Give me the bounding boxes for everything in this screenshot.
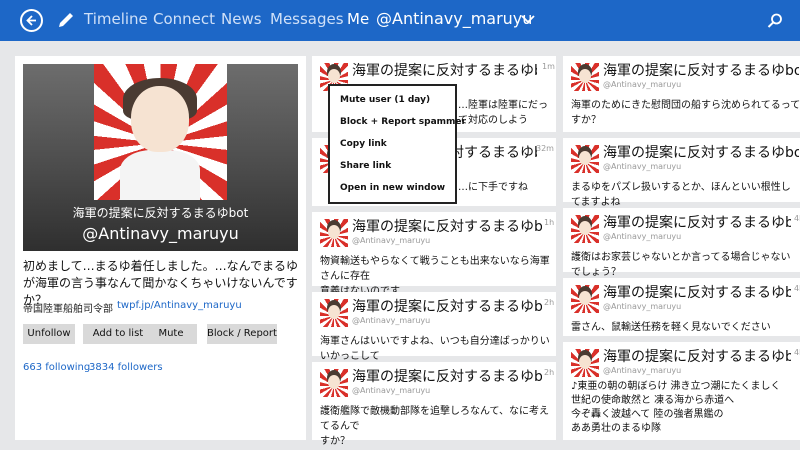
- tweet-text: 海軍のためにきた慰問団の船すら沈められてるってどういうことで すか？: [571, 100, 800, 126]
- tweet-handle: @Antinavy_maruyu: [603, 302, 682, 311]
- back-button[interactable]: [20, 9, 43, 32]
- nav-connect[interactable]: Connect: [153, 10, 215, 28]
- following-count-link[interactable]: 663 following: [23, 362, 90, 373]
- tweet-avatar[interactable]: [571, 215, 599, 243]
- nav-me[interactable]: Me: [347, 10, 369, 28]
- account-selector[interactable]: @Antinavy_maruyu: [376, 9, 532, 28]
- tweet-avatar[interactable]: [571, 63, 599, 91]
- tweet-timestamp: 4h: [794, 214, 800, 223]
- tweet-card[interactable]: 海軍の提案に反対するまるゆbot @Antinavy_maruyu まるゆをパズ…: [563, 138, 800, 208]
- menu-mute-user[interactable]: Mute user (1 day): [340, 95, 430, 105]
- tweet-avatar[interactable]: [571, 145, 599, 173]
- profile-panel: 海軍の提案に反対するまるゆbot @Antinavy_maruyu 初めまして……: [15, 56, 306, 440]
- tweet-timestamp: 4h: [794, 348, 800, 357]
- tweet-text: …に下手ですね: [458, 182, 528, 193]
- menu-copy-link[interactable]: Copy link: [340, 139, 387, 149]
- tweet-card[interactable]: 海軍の提案に反対するまるゆbot @Antinavy_maruyu 4h 雷さん…: [563, 278, 800, 336]
- tweet-timestamp: 32m: [536, 144, 554, 153]
- tweet-handle: @Antinavy_maruyu: [352, 386, 431, 395]
- tweet-card[interactable]: 海軍の提案に反対するまるゆbot @Antinavy_maruyu 海軍のために…: [563, 56, 800, 132]
- menu-open-new-window[interactable]: Open in new window: [340, 183, 445, 193]
- tweet-text: 護衛はお家芸じゃないとか言ってる場合じゃないでしょう？: [571, 252, 791, 278]
- tweet-text: 護衛艦隊で敵機動部隊を追撃しろなんて、なに考えてるんで すか？: [320, 406, 549, 447]
- tweet-avatar[interactable]: [320, 369, 348, 397]
- tweet-handle: @Antinavy_maruyu: [603, 80, 682, 89]
- tweet-author-name: 海軍の提案に反対するまるゆbot: [352, 63, 537, 79]
- block-report-button[interactable]: Block / Report: [207, 324, 277, 344]
- profile-handle: @Antinavy_maruyu: [82, 224, 239, 243]
- search-button[interactable]: [766, 12, 784, 30]
- tweet-avatar[interactable]: [571, 349, 599, 377]
- unfollow-button[interactable]: Unfollow: [23, 324, 75, 344]
- tweet-text: ♪東亜の朝の朝ぼらけ 沸き立つ潮にたくましく 世紀の使命敢然と 凍る海から赤道へ…: [571, 381, 781, 434]
- followers-count-link[interactable]: 3834 followers: [89, 362, 163, 373]
- tweet-handle: @Antinavy_maruyu: [352, 316, 431, 325]
- tweet-handle: @Antinavy_maruyu: [603, 366, 682, 375]
- tweet-card[interactable]: 海軍の提案に反対するまるゆbot @Antinavy_maruyu 2h 海軍さ…: [312, 292, 556, 362]
- profile-location: 帝国陸軍船舶司令部: [23, 304, 113, 315]
- nav-messages[interactable]: Messages: [270, 10, 344, 28]
- tweet-card[interactable]: 海軍の提案に反対するまるゆbot @Antinavy_maruyu 2h 護衛艦…: [312, 362, 556, 447]
- tweet-handle: @Antinavy_maruyu: [603, 232, 682, 241]
- add-to-list-button[interactable]: Add to list: [83, 324, 153, 344]
- tweet-author-name: 海軍の提案に反対するまるゆbot: [603, 63, 799, 79]
- tweet-handle: @Antinavy_maruyu: [603, 162, 682, 171]
- tweet-text: まるゆをパズレ扱いするとか、ほんといい根性してますよね: [571, 182, 791, 208]
- profile-display-name: 海軍の提案に反対するまるゆbot: [72, 206, 249, 220]
- mute-button[interactable]: Mute: [145, 324, 197, 344]
- profile-url-link[interactable]: twpf.jp/Antinavy_maruyu: [117, 300, 242, 311]
- tweet-avatar[interactable]: [320, 299, 348, 327]
- tweet-avatar[interactable]: [571, 285, 599, 313]
- tweet-timestamp: 1m: [542, 62, 555, 71]
- nav-news[interactable]: News: [221, 10, 262, 28]
- tweet-author-name: 海軍の提案に反対するまるゆbot: [603, 349, 791, 365]
- tweet-timestamp: 4h: [794, 284, 800, 293]
- tweet-author-name: 海軍の提案に反対するまるゆbot: [603, 145, 799, 161]
- tweet-card[interactable]: 海軍の提案に反対するまるゆbot @Antinavy_maruyu 1h 物資輸…: [312, 212, 556, 297]
- nav-timeline[interactable]: Timeline: [84, 10, 148, 28]
- tweet-card[interactable]: 海軍の提案に反対するまるゆbot @Antinavy_maruyu 4h 護衛は…: [563, 208, 800, 278]
- tweet-card[interactable]: 海軍の提案に反対するまるゆbot @Antinavy_maruyu 4h ♪東亜…: [563, 342, 800, 440]
- tweet-handle: @Antinavy_maruyu: [352, 236, 431, 245]
- app-bar: Timeline Connect News Messages Me @Antin…: [0, 0, 800, 41]
- tweet-timestamp: 2h: [544, 368, 555, 377]
- tweet-timestamp: 2h: [544, 298, 555, 307]
- search-icon: [767, 13, 782, 28]
- chevron-down-icon[interactable]: [521, 15, 535, 24]
- menu-share-link[interactable]: Share link: [340, 161, 391, 171]
- tweet-context-menu: Mute user (1 day) Block + Report spammer…: [328, 84, 466, 204]
- menu-block-report[interactable]: Block + Report spammer: [340, 117, 466, 127]
- tweet-author-name: 海軍の提案に反対するまるゆbot: [352, 369, 542, 385]
- tweet-author-name: 海軍の提案に反対するまるゆbot: [352, 219, 542, 235]
- profile-banner: 海軍の提案に反対するまるゆbot @Antinavy_maruyu: [23, 64, 298, 251]
- tweet-timestamp: 1h: [544, 218, 555, 227]
- compose-button[interactable]: [56, 10, 76, 30]
- profile-avatar: [94, 64, 227, 200]
- tweet-text: 雷さん、鼠輸送任務を軽く見ないでください: [571, 322, 771, 333]
- tweet-text: 海軍さんはいいですよね、いつも自分達ばっかりいいかっこして: [320, 336, 550, 362]
- tweet-author-name: 海軍の提案に反対するまるゆbot: [352, 299, 542, 315]
- tweet-avatar[interactable]: [320, 219, 348, 247]
- back-arrow-icon: [26, 15, 36, 26]
- tweet-author-name: 海軍の提案に反対するまるゆbot: [603, 285, 791, 301]
- tweet-author-name: 海軍の提案に反対するまるゆbot: [603, 215, 791, 231]
- tweet-text: …陸軍は陸軍にだって対応のしよう: [458, 100, 548, 126]
- pen-icon: [59, 13, 73, 27]
